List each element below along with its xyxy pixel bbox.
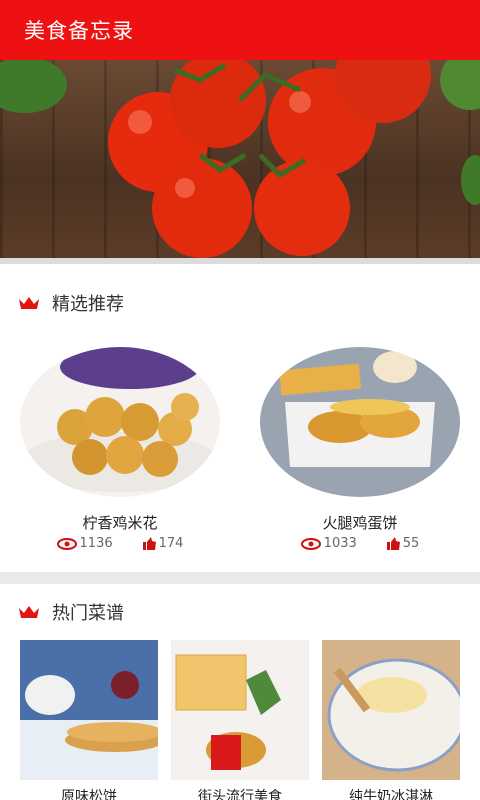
featured-list: 柠香鸡米花 1136 174 火腿鸡蛋饼 1033 55: [0, 342, 480, 572]
street-food-image: [171, 640, 309, 780]
featured-title: 精选推荐: [52, 294, 124, 315]
eye-icon: [56, 537, 77, 550]
eye-icon: [300, 537, 321, 550]
app-title: 美食备忘录: [24, 19, 134, 43]
like-count: 174: [142, 536, 183, 551]
tomato-image: [0, 60, 480, 258]
hot-name: 街头流行美食: [198, 789, 282, 800]
hot-card[interactable]: 纯牛奶冰淇淋: [322, 640, 460, 800]
featured-name: 火腿鸡蛋饼: [322, 514, 398, 532]
like-count: 55: [386, 536, 419, 551]
thumbs-up-icon: [386, 537, 400, 550]
ice-cream-image: [322, 640, 460, 780]
thumbs-up-icon: [142, 537, 156, 550]
crown-icon: [19, 297, 39, 309]
featured-section: 精选推荐 柠香鸡米花 1136 174 火腿鸡蛋饼 1033 55: [0, 264, 480, 572]
hot-title: 热门菜谱: [52, 603, 124, 624]
hot-card[interactable]: 街头流行美食: [171, 640, 309, 800]
section-divider: [0, 572, 480, 584]
ham-egg-pancake-image: [260, 347, 460, 497]
hot-name: 纯牛奶冰淇淋: [349, 789, 433, 800]
view-count: 1136: [56, 536, 113, 551]
popcorn-chicken-image: [20, 347, 220, 497]
crown-icon: [19, 606, 39, 618]
hot-card[interactable]: 原味松饼: [20, 640, 158, 800]
featured-name: 柠香鸡米花: [82, 514, 158, 532]
hot-list: 原味松饼 街头流行美食 纯牛奶冰淇淋: [0, 640, 480, 800]
app-bar: 美食备忘录: [0, 0, 480, 60]
featured-stats: 1033 55: [240, 536, 480, 551]
hot-section: 热门菜谱 原味松饼 街头流行美食 纯牛奶冰淇淋: [0, 584, 480, 800]
view-count: 1033: [300, 536, 357, 551]
featured-card[interactable]: 火腿鸡蛋饼 1033 55: [240, 342, 480, 572]
featured-card[interactable]: 柠香鸡米花 1136 174: [0, 342, 240, 572]
hero-banner[interactable]: [0, 60, 480, 258]
featured-stats: 1136 174: [0, 536, 240, 551]
pancake-image: [20, 640, 158, 780]
hot-name: 原味松饼: [61, 789, 117, 800]
hot-header: 热门菜谱: [0, 584, 480, 640]
featured-header: 精选推荐: [0, 264, 480, 342]
